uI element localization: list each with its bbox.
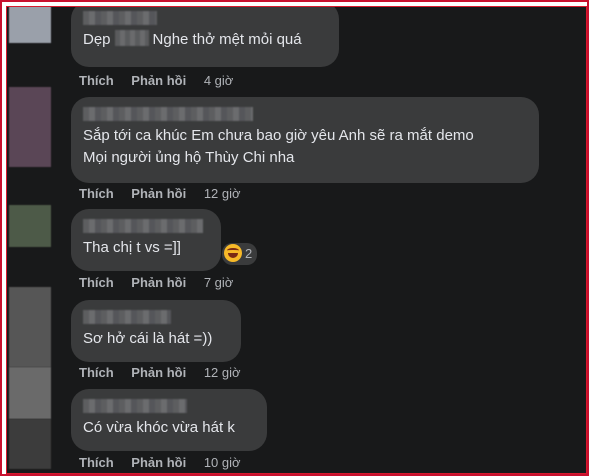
avatar[interactable] [9,87,51,167]
comment-text: Tha chị t vs =]] [83,239,181,256]
screenshot-frame: Dẹp Nghe thở mệt mỏi quá Thích Phản hồi 4… [0,0,589,476]
comment-text: Có vừa khóc vừa hát k [83,419,235,436]
comment-bubble: Tha chị t vs =]] [71,209,221,271]
comment-bubble: Dẹp Nghe thở mệt mỏi quá [71,7,339,67]
reply-button[interactable]: Phản hồi [131,365,186,380]
reaction-count: 2 [245,246,253,261]
comment-actions: Thích Phản hồi 12 giờ [79,365,255,380]
avatar[interactable] [9,367,51,419]
comment-time[interactable]: 7 giờ [204,275,234,290]
commenter-name-blurred[interactable] [83,310,171,324]
like-button[interactable]: Thích [79,73,114,88]
avatar[interactable] [9,205,51,247]
like-button[interactable]: Thích [79,455,114,470]
comment-text: Sơ hở cái là hát =)) [83,330,213,347]
reply-button[interactable]: Phản hồi [131,186,186,201]
comment-bubble: Có vừa khóc vừa hát k [71,389,267,451]
comment-actions: Thích Phản hồi 7 giờ [79,275,247,290]
reply-button[interactable]: Phản hồi [131,275,186,290]
commenter-name-blurred[interactable] [83,219,203,233]
avatar[interactable] [9,419,51,469]
comment-time[interactable]: 12 giờ [204,365,241,380]
comment-time[interactable]: 12 giờ [204,186,241,201]
comment-text-line: Mọi người ủng hộ Thùy Chi nha [83,149,295,166]
avatar[interactable] [9,287,51,367]
reply-button[interactable]: Phản hồi [131,73,186,88]
like-button[interactable]: Thích [79,186,114,201]
haha-emoji-icon [224,244,242,262]
commenter-name-blurred[interactable] [83,11,157,25]
comment-actions: Thích Phản hồi 10 giờ [79,455,255,470]
comment-actions: Thích Phản hồi 4 giờ [79,73,247,88]
comments-panel: Dẹp Nghe thở mệt mỏi quá Thích Phản hồi 4… [6,6,587,474]
like-button[interactable]: Thích [79,275,114,290]
censored-mask [114,30,149,46]
reaction-badge[interactable]: 2 [222,243,258,265]
avatar[interactable] [9,7,51,43]
comment-actions: Thích Phản hồi 12 giờ [79,186,255,201]
comment-text-line: Sắp tới ca khúc Em chưa bao giờ yêu Anh … [83,127,474,144]
commenter-name-blurred[interactable] [83,399,187,413]
comment-text: Dẹp Nghe thở mệt mỏi quá [83,30,302,48]
comment-time[interactable]: 4 giờ [204,73,234,88]
commenter-name-blurred[interactable] [83,107,253,121]
comment-bubble: Sắp tới ca khúc Em chưa bao giờ yêu Anh … [71,97,539,183]
like-button[interactable]: Thích [79,365,114,380]
comment-time[interactable]: 10 giờ [204,455,241,470]
reply-button[interactable]: Phản hồi [131,455,186,470]
comment-bubble: Sơ hở cái là hát =)) [71,300,241,362]
